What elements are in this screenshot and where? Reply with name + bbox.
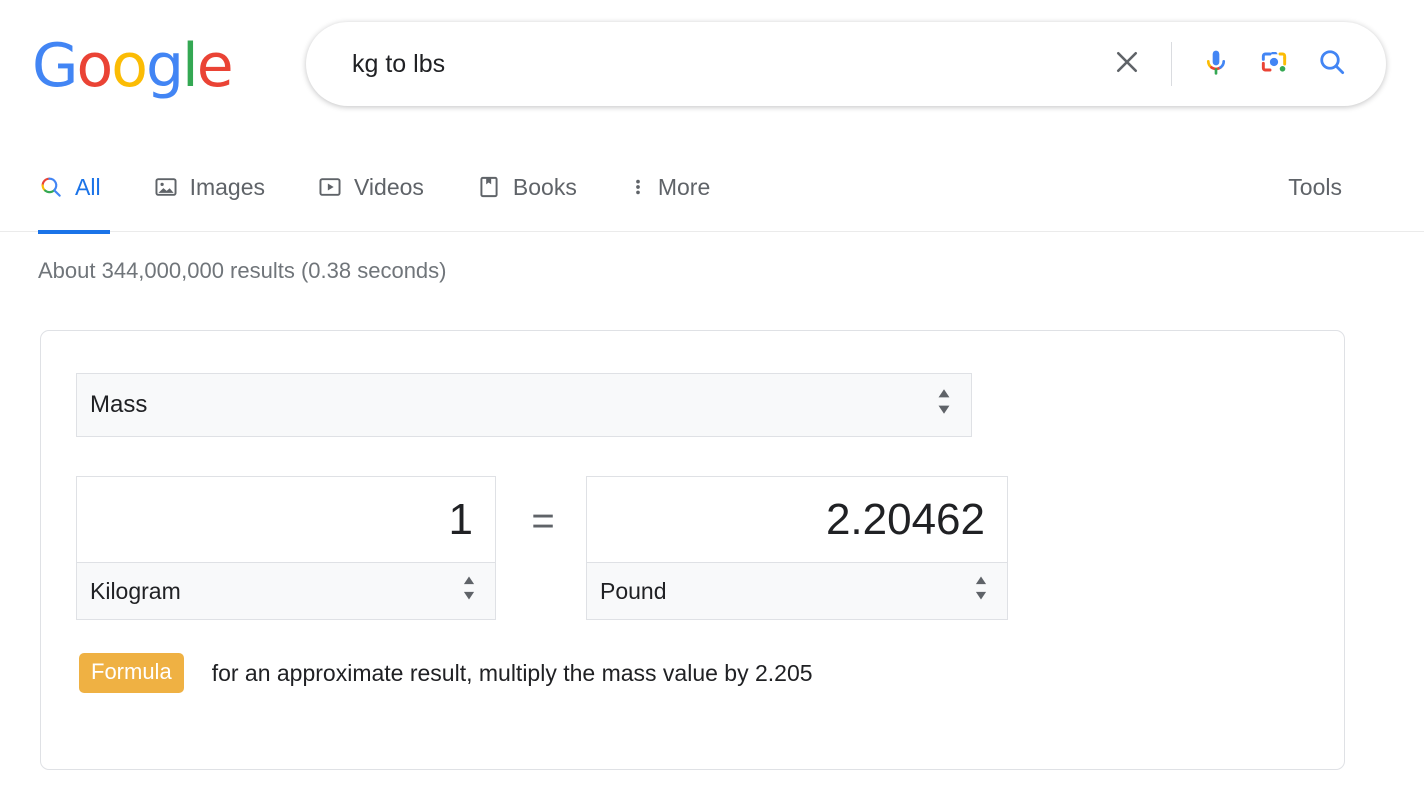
microphone-icon: [1200, 46, 1232, 83]
logo-letter-l: l: [182, 31, 199, 101]
video-play-icon: [317, 172, 343, 202]
formula-badge: Formula: [79, 653, 184, 693]
search-tabs: All Images Videos Books More: [38, 150, 762, 234]
tab-label-more: More: [657, 174, 711, 200]
chevron-updown-icon: [973, 574, 989, 608]
conversion-category-value: Mass: [90, 391, 148, 418]
page-header: Google: [0, 0, 1424, 140]
book-icon: [476, 172, 502, 202]
target-value-input[interactable]: 2.20462: [586, 476, 1008, 562]
formula-text: for an approximate result, multiply the …: [211, 659, 813, 686]
active-tab-underline: [38, 230, 110, 234]
logo-letter-g2: g: [145, 31, 184, 101]
google-logo[interactable]: Google: [32, 36, 234, 96]
logo-letter-o2: o: [111, 31, 148, 101]
logo-letter-g1: G: [32, 31, 78, 101]
tab-label-videos: Videos: [354, 174, 424, 200]
chevron-updown-icon: [935, 387, 953, 424]
search-bar-divider: [1171, 42, 1172, 86]
target-unit-value: Pound: [600, 577, 667, 604]
tab-books[interactable]: Books: [476, 150, 599, 222]
lens-search-button[interactable]: [1248, 38, 1300, 90]
result-stats: About 344,000,000 results (0.38 seconds): [38, 258, 447, 283]
voice-search-button[interactable]: [1190, 38, 1242, 90]
source-value-input[interactable]: 1: [76, 476, 496, 562]
conversion-category-select[interactable]: Mass: [76, 373, 972, 437]
formula-row: Formula for an approximate result, multi…: [79, 653, 813, 693]
close-icon: [1112, 47, 1142, 82]
search-bar-actions: [1101, 38, 1358, 90]
unit-converter-card: Mass 1 Kilogram = 2.20462 Pound Formula …: [40, 330, 1345, 770]
tab-images[interactable]: Images: [153, 150, 287, 222]
search-icon: [1316, 46, 1348, 83]
tab-label-images: Images: [189, 174, 265, 200]
source-unit-group: 1 Kilogram: [76, 476, 496, 620]
clear-search-button[interactable]: [1101, 38, 1153, 90]
tab-label-all: All: [75, 174, 101, 200]
more-vertical-icon: [629, 172, 647, 202]
colored-search-icon: [38, 172, 64, 202]
equals-sign: =: [531, 499, 555, 543]
search-input[interactable]: [350, 44, 1101, 84]
tab-more[interactable]: More: [629, 150, 732, 222]
source-unit-value: Kilogram: [90, 577, 181, 604]
image-icon: [153, 172, 179, 202]
tools-button[interactable]: Tools: [1288, 172, 1342, 202]
logo-letter-e: e: [196, 31, 234, 101]
tab-videos[interactable]: Videos: [317, 150, 446, 222]
tab-label-books: Books: [512, 174, 577, 200]
chevron-updown-icon: [461, 574, 477, 608]
target-unit-select[interactable]: Pound: [586, 562, 1008, 620]
tab-all[interactable]: All: [38, 150, 123, 234]
search-results-page: Google kg to lbs All Images Videos Books…: [0, 0, 1424, 790]
logo-letter-o1: o: [76, 31, 114, 101]
target-unit-group: 2.20462 Pound: [586, 476, 1008, 620]
search-submit-button[interactable]: [1306, 38, 1358, 90]
source-unit-select[interactable]: Kilogram: [76, 562, 496, 620]
search-bar[interactable]: [306, 22, 1386, 106]
google-lens-icon: [1258, 46, 1290, 83]
search-tabs-bar: All Images Videos Books More Tools: [0, 150, 1424, 234]
